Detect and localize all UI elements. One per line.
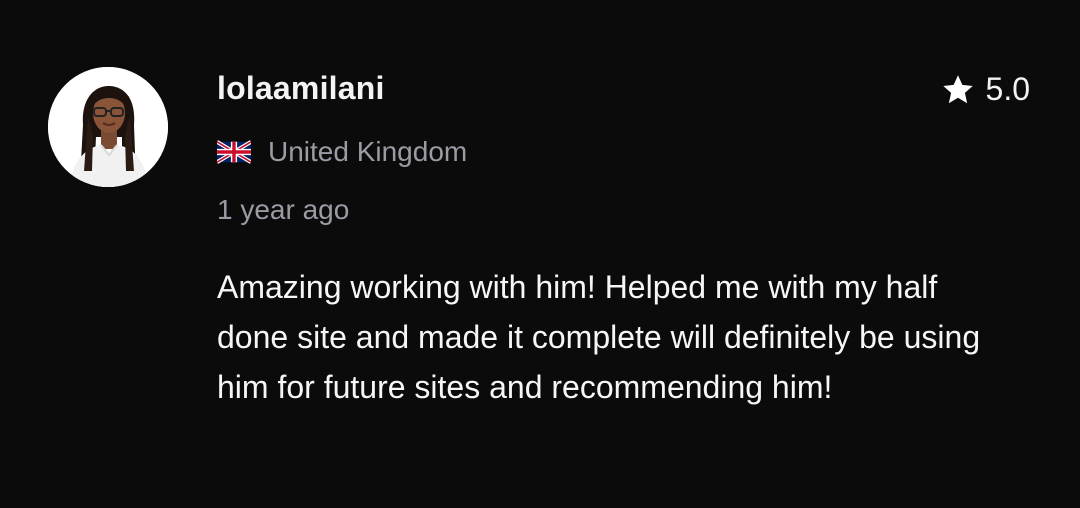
star-icon	[942, 74, 973, 103]
rating: 5.0	[940, 71, 1030, 108]
review-timestamp: 1 year ago	[217, 194, 350, 225]
reviewer-country: United Kingdom	[217, 136, 467, 168]
reviewer-username[interactable]: lolaamilani	[217, 70, 385, 107]
avatar-photo	[48, 67, 168, 187]
uk-flag-icon	[217, 140, 251, 164]
review-text: Amazing working with him! Helped me with…	[217, 269, 981, 405]
avatar[interactable]	[48, 67, 168, 187]
country-name: United Kingdom	[268, 136, 468, 167]
review-card: lolaamilani 5.0 United Kingdom 1 year ag…	[0, 0, 1080, 508]
rating-value: 5.0	[985, 71, 1030, 107]
